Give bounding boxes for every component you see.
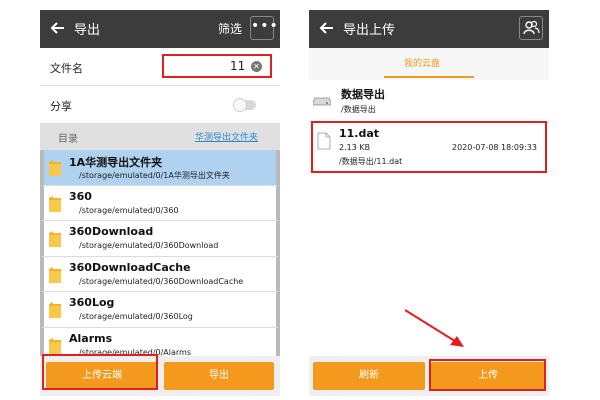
tab-underline: [384, 76, 474, 78]
folder-icon: [49, 302, 61, 318]
folder-item[interactable]: 360Log /storage/emulated/0/360Log: [40, 292, 280, 328]
directory-bar: 目录 华测导出文件夹: [40, 124, 280, 150]
cloud-folder-row[interactable]: 数据导出 /数据导出: [309, 80, 549, 122]
folder-icon: [49, 160, 61, 176]
directory-label: 目录: [58, 134, 78, 145]
folder-item[interactable]: 360Download /storage/emulated/0/360Downl…: [40, 221, 280, 257]
export-button[interactable]: 导出: [164, 362, 274, 390]
folder-icon: [49, 266, 61, 283]
back-arrow-icon[interactable]: [317, 18, 337, 38]
page-title: 导出上传: [343, 23, 396, 38]
folder-path: /storage/emulated/0/360Log: [79, 312, 193, 321]
folder-list: 1A华测导出文件夹 /storage/emulated/0/1A华测导出文件夹 …: [40, 150, 280, 363]
file-name-label: 文件名: [50, 62, 83, 75]
folder-name: 360Download: [69, 225, 154, 238]
folder-name: Alarms: [69, 331, 113, 345]
refresh-button[interactable]: 刷新: [313, 362, 425, 390]
filter-button[interactable]: 筛选: [218, 20, 242, 37]
folder-item[interactable]: 360DownloadCache /storage/emulated/0/360…: [40, 256, 280, 292]
folder-icon: [49, 337, 61, 354]
right-app-bar: 导出上传: [309, 10, 549, 48]
folder-path: /storage/emulated/0/360Download: [79, 241, 219, 250]
folder-path: /storage/emulated/0/1A华测导出文件夹: [79, 171, 230, 180]
tab-bar: 我的云盘: [309, 48, 549, 80]
folder-item[interactable]: 1A华测导出文件夹 /storage/emulated/0/1A华测导出文件夹: [40, 150, 280, 186]
toggle-knob: [233, 98, 247, 112]
share-row: 分享: [40, 86, 280, 124]
highlight-file-name: [162, 54, 272, 78]
folder-icon: [49, 195, 61, 212]
directory-link[interactable]: 华测导出文件夹: [195, 130, 258, 143]
page-title: 导出: [74, 23, 101, 38]
folder-name: 360: [69, 189, 92, 203]
folder-name: 360DownloadCache: [69, 260, 191, 274]
drive-icon: [313, 97, 331, 106]
tab-my-cloud[interactable]: 我的云盘: [404, 56, 440, 69]
folder-name: 360Log: [69, 296, 115, 309]
folder-path: /storage/emulated/0/360DownloadCache: [79, 276, 244, 286]
folder-name: 1A华测导出文件夹: [69, 156, 163, 169]
folder-icon: [49, 231, 61, 247]
account-icon[interactable]: [519, 16, 543, 40]
back-arrow-icon[interactable]: [48, 18, 68, 38]
left-app-bar: 导出 筛选 •••: [40, 10, 280, 48]
more-dots-icon[interactable]: •••: [250, 16, 278, 40]
pointer-arrow-icon: [404, 309, 464, 347]
highlight-file-row: [311, 121, 547, 173]
cloud-folder-name: 数据导出: [341, 88, 385, 101]
share-toggle[interactable]: [233, 98, 256, 112]
folder-path: /storage/emulated/0/360: [79, 205, 179, 215]
folder-item[interactable]: 360 /storage/emulated/0/360: [40, 185, 280, 221]
share-label: 分享: [50, 100, 72, 113]
highlight-upload-cloud: [42, 354, 158, 390]
users-icon: [523, 20, 540, 35]
highlight-upload-button: [429, 359, 546, 391]
cloud-folder-path: /数据导出: [341, 105, 376, 114]
